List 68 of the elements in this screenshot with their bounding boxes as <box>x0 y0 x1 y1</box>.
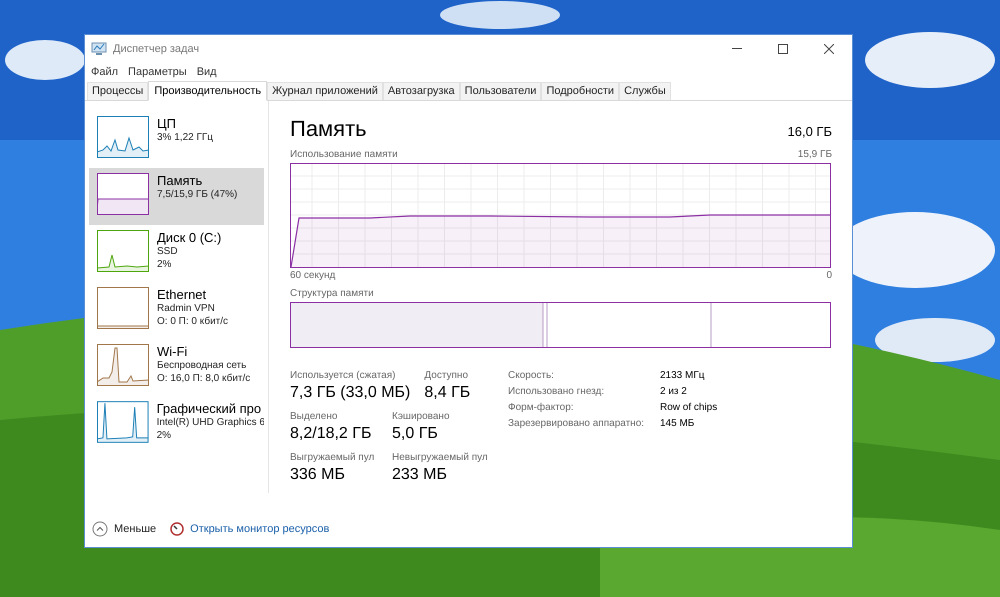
stat-label: Невыгружаемый пул <box>392 451 488 465</box>
item-detail: О: 16,0 П: 8,0 кбит/с <box>157 372 250 385</box>
detail-value: 2 из 2 <box>660 385 688 399</box>
sidebar-item[interactable]: Графический про Intel(R) UHD Graphics 6 2% <box>89 396 264 453</box>
item-title: Wi-Fi <box>157 344 188 359</box>
tab[interactable]: Пользователи <box>460 82 542 100</box>
sidebar-item[interactable]: ЦП 3% 1,22 ГГц <box>89 111 264 168</box>
total-memory: 16,0 ГБ <box>788 122 832 140</box>
detail-label: Форм-фактор: <box>508 401 575 415</box>
detail-label: Использовано гнезд: <box>508 385 606 399</box>
gauge-icon <box>170 522 184 536</box>
item-title: Ethernet <box>157 287 208 302</box>
axis-label: 0 <box>826 269 832 283</box>
sidebar-item[interactable]: Wi-Fi Беспроводная сеть О: 16,0 П: 8,0 кбит/с <box>89 339 264 396</box>
stat-value: 8,2/18,2 ГБ <box>290 424 372 444</box>
stat-label: Кэшировано <box>392 410 450 424</box>
tab[interactable]: Службы <box>619 82 671 100</box>
detail-value: 145 МБ <box>660 417 696 431</box>
menu-item[interactable]: Параметры <box>124 64 191 80</box>
stat-label: Доступно <box>424 369 470 383</box>
collapse-icon[interactable] <box>92 521 108 537</box>
item-detail: Radmin VPN <box>157 302 216 315</box>
stat-value: 7,3 ГБ (33,0 МБ) <box>290 383 410 403</box>
item-detail: 2% <box>157 258 172 271</box>
monitor-icon <box>91 42 107 56</box>
sidebar-item[interactable]: Память 7,5/15,9 ГБ (47%) <box>89 168 264 225</box>
item-title: Память <box>157 173 204 188</box>
stat-value: 5,0 ГБ <box>392 424 439 444</box>
stat-label: Используется (сжатая) <box>290 369 396 383</box>
item-title: ЦП <box>157 116 177 131</box>
tab[interactable]: Производительность <box>148 81 268 101</box>
tab[interactable]: Автозагрузка <box>382 82 460 100</box>
minimize-icon[interactable] <box>732 48 742 50</box>
chart-label: Использование памяти <box>290 148 398 162</box>
detail-label: Зарезервировано аппаратно: <box>508 417 646 431</box>
stat-label: Выделено <box>290 410 338 424</box>
section-title: Память <box>290 117 367 141</box>
item-detail: 7,5/15,9 ГБ (47%) <box>157 188 238 201</box>
item-detail: 3% 1,22 ГГц <box>157 131 214 144</box>
sidebar-item[interactable]: Диск 0 (C:) SSD 2% <box>89 225 264 282</box>
tab[interactable]: Подробности <box>541 82 620 100</box>
chart-label: Структура памяти <box>290 287 375 301</box>
detail-value: 2133 МГц <box>660 369 706 383</box>
menu-item[interactable]: Файл <box>87 64 122 80</box>
tab[interactable]: Процессы <box>87 82 148 100</box>
item-detail: О: 0 П: 0 кбит/с <box>157 315 228 328</box>
tab[interactable]: Журнал приложений <box>267 82 383 100</box>
item-detail: 2% <box>156 429 172 442</box>
close-icon[interactable] <box>824 44 834 54</box>
resource-monitor-link[interactable]: Открыть монитор ресурсов <box>190 520 330 538</box>
item-title: Диск 0 (C:) <box>157 230 222 245</box>
detail-value: Row of chips <box>660 401 718 415</box>
less-link[interactable]: Меньше <box>114 520 156 538</box>
stat-value: 336 МБ <box>290 465 346 485</box>
stat-label: Выгружаемый пул <box>290 451 376 465</box>
maximize-icon[interactable] <box>778 44 788 54</box>
menu-item[interactable]: Вид <box>192 64 221 80</box>
item-title: Графический про <box>156 401 262 416</box>
item-detail: SSD <box>157 245 179 258</box>
item-detail: Беспроводная сеть <box>157 359 248 372</box>
axis-label: 60 секунд <box>290 269 336 283</box>
sidebar-item[interactable]: Ethernet Radmin VPN О: 0 П: 0 кбит/с <box>89 282 264 339</box>
stat-value: 8,4 ГБ <box>424 383 470 403</box>
window-title: Диспетчер задач <box>113 42 200 57</box>
stat-value: 233 МБ <box>392 465 448 485</box>
chart-max-label: 15,9 ГБ <box>798 148 832 162</box>
detail-label: Скорость: <box>508 369 555 383</box>
item-detail: Intel(R) UHD Graphics 6 <box>156 416 264 429</box>
